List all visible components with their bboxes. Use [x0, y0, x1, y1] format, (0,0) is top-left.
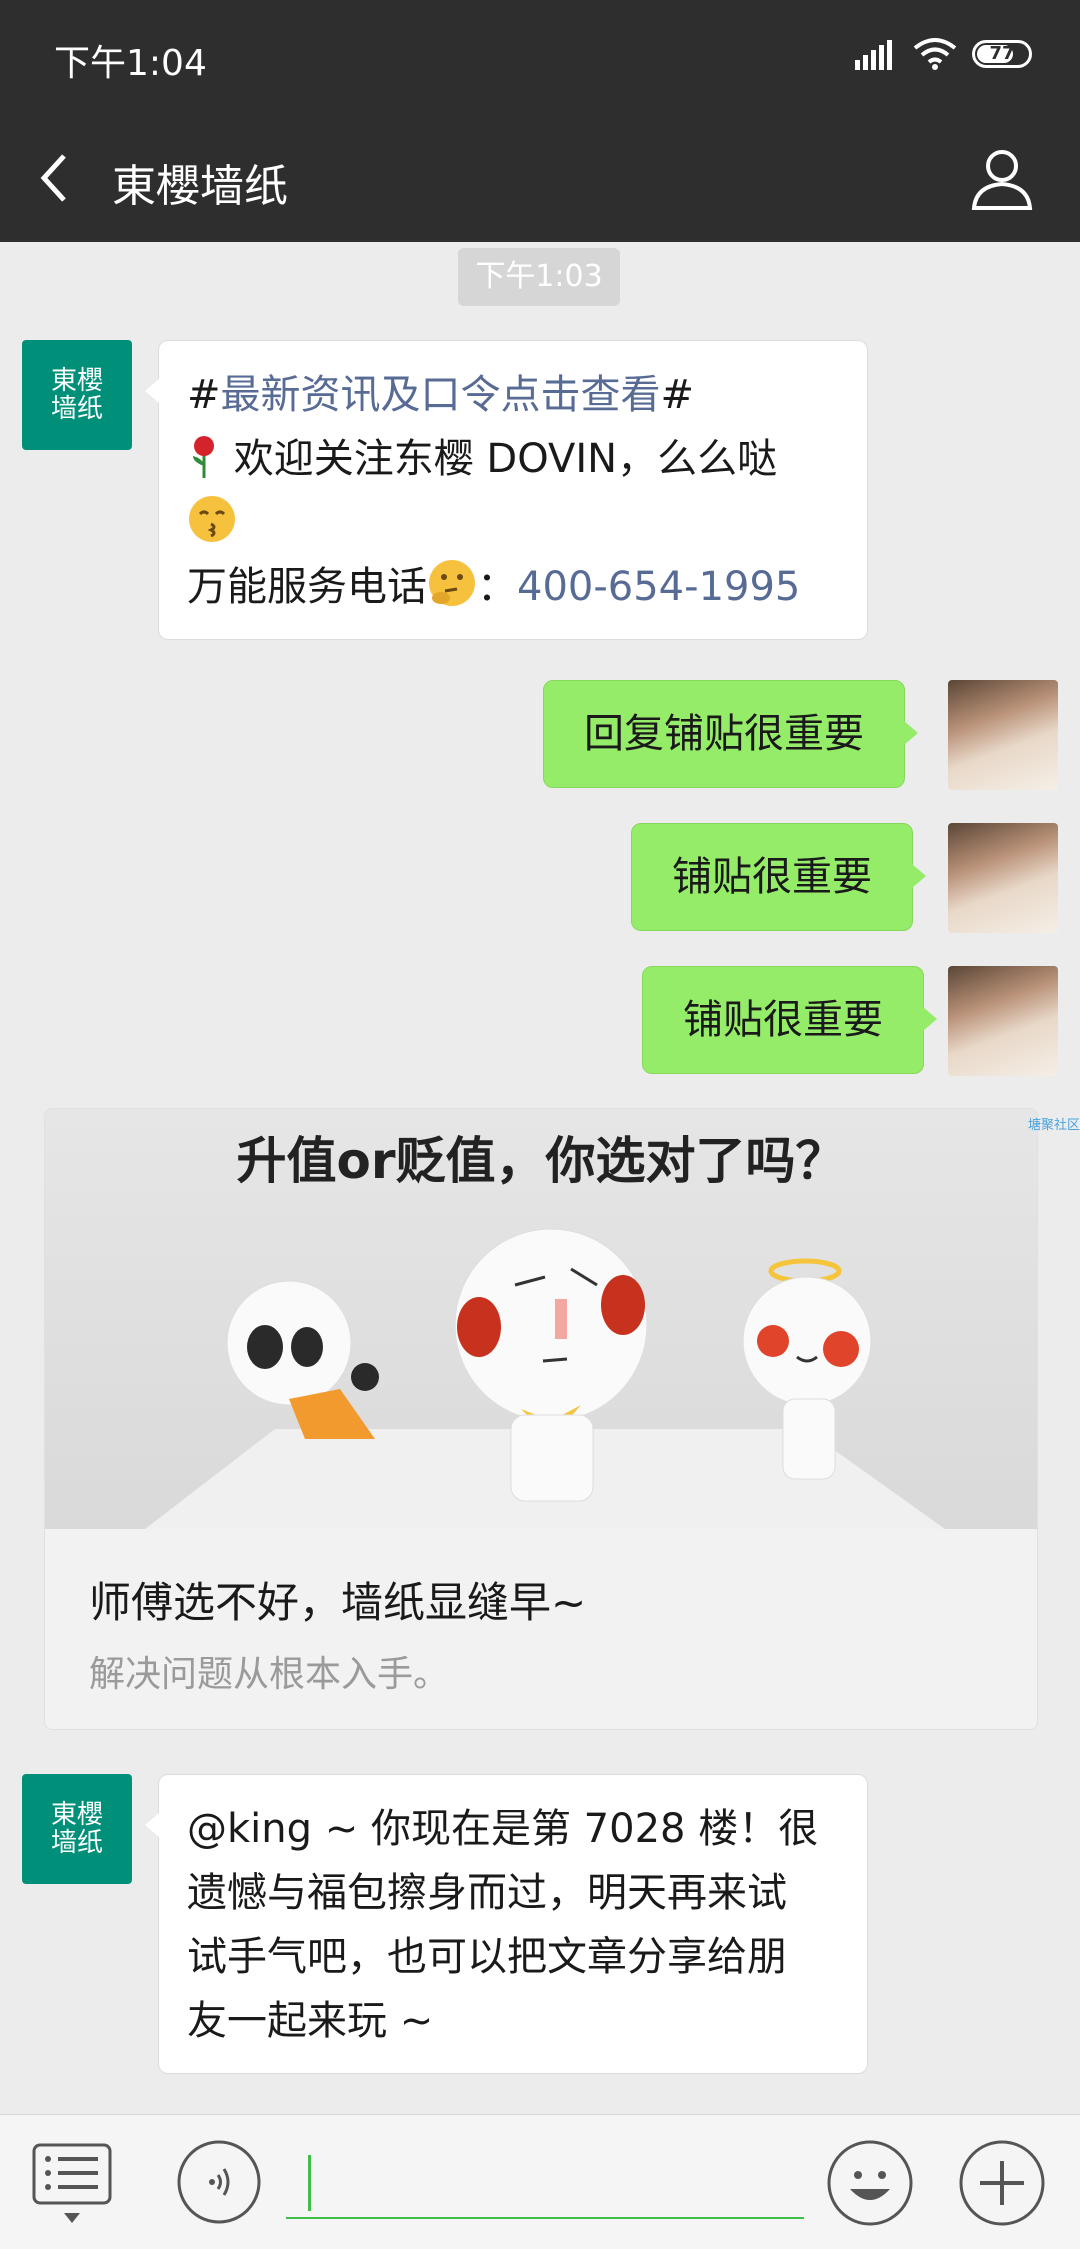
watermark: 塘聚社区: [1028, 1118, 1080, 1133]
incoming-message[interactable]: #最新资讯及口令点击查看# 欢迎关注东樱 DOVIN，么么哒 万能服务电话 ：4…: [145, 340, 868, 640]
rose-icon: [193, 436, 214, 478]
reply-text-line: 遗憾与福包擦身而过，明天再来试: [187, 1870, 787, 1916]
user-avatar[interactable]: [948, 823, 1058, 933]
phone-link[interactable]: 400-654-1995: [517, 564, 800, 610]
article-cover-image: 升值or贬值，你选对了吗？: [45, 1109, 1037, 1529]
thinking-emoji-icon: [429, 560, 475, 606]
cartoon-illustration: [145, 1228, 945, 1529]
status-time: 下午1:04: [54, 43, 207, 84]
reply-text-line: 试手气吧，也可以把文章分享给朋: [187, 1934, 787, 1980]
text-cursor: [308, 2155, 311, 2211]
brand-avatar-text: 東櫻: [50, 366, 103, 396]
voice-icon[interactable]: [176, 2139, 262, 2225]
reply-text-line: @king ~ 你现在是第 7028 楼！很: [187, 1806, 819, 1852]
hashtag-link[interactable]: 最新资讯及口令点击查看: [221, 372, 661, 418]
hashtag-line: #最新资讯及口令点击查看#: [187, 363, 839, 427]
emoji-icon[interactable]: [826, 2139, 914, 2227]
welcome-line: 欢迎关注东樱 DOVIN，么么哒: [187, 427, 839, 491]
profile-icon[interactable]: [970, 144, 1034, 212]
article-description: 解决问题从根本入手。: [89, 1654, 450, 1695]
user-avatar[interactable]: [948, 680, 1058, 790]
chat-title: 東櫻墙纸: [112, 161, 288, 212]
input-bar: [0, 2114, 1080, 2249]
chat-header: 東櫻墙纸: [0, 112, 1080, 242]
battery-level: 77: [989, 43, 1015, 64]
plus-icon[interactable]: [958, 2139, 1046, 2227]
phone-line: 万能服务电话 ：400-654-1995: [187, 555, 839, 619]
incoming-message[interactable]: @king ~ 你现在是第 7028 楼！很 遗憾与福包擦身而过，明天再来试 试…: [145, 1774, 868, 2074]
emoji-line: [187, 491, 839, 555]
brand-avatar[interactable]: 東櫻 墙纸: [22, 1774, 132, 1884]
outgoing-message[interactable]: 回复铺贴很重要: [543, 680, 918, 788]
phone-label: 万能服务电话: [187, 564, 427, 610]
phone-separator: ：: [477, 564, 517, 610]
message-input[interactable]: [286, 2149, 804, 2219]
reply-text-line: 友一起来玩 ~: [187, 1998, 434, 2044]
wifi-icon: [913, 38, 957, 70]
brand-avatar[interactable]: 東櫻 墙纸: [22, 340, 132, 450]
brand-avatar-text: 東櫻: [50, 1800, 103, 1830]
timestamp: 下午1:03: [458, 248, 620, 306]
outgoing-message[interactable]: 铺贴很重要: [631, 823, 926, 931]
outgoing-message[interactable]: 铺贴很重要: [642, 966, 937, 1074]
kiss-emoji-icon: [189, 496, 235, 542]
user-avatar[interactable]: [948, 966, 1058, 1076]
menu-keyboard-icon[interactable]: [32, 2143, 112, 2225]
hashtag-mark: #: [187, 372, 221, 418]
brand-avatar-text: 墙纸: [50, 394, 103, 424]
signal-icon: [855, 40, 892, 70]
status-bar: 下午1:04 77: [0, 0, 1080, 112]
article-card[interactable]: 升值or贬值，你选对了吗？ 师傅选不好，墙纸显缝早~ 解决问题从根本入手。: [44, 1108, 1038, 1730]
hashtag-mark: #: [660, 372, 695, 418]
back-arrow-icon[interactable]: [34, 148, 74, 208]
welcome-text: 欢迎关注东樱 DOVIN，么么哒: [233, 436, 778, 482]
battery-icon: 77: [972, 40, 1032, 68]
brand-avatar-text: 墙纸: [50, 1828, 103, 1858]
article-title: 师傅选不好，墙纸显缝早~: [89, 1578, 587, 1627]
